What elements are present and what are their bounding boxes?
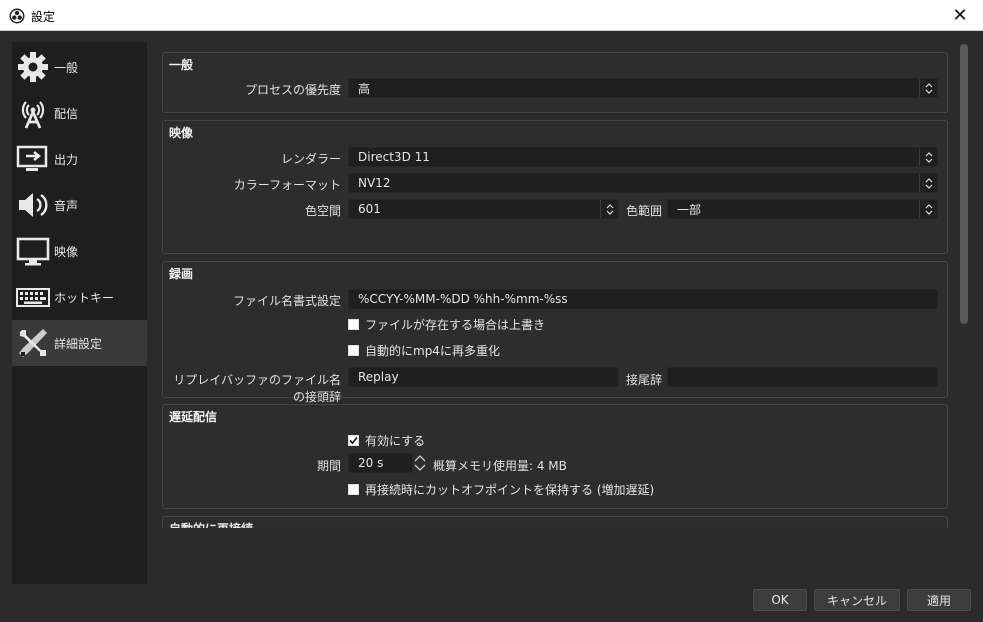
broadcast-icon [21, 101, 45, 129]
sidebar-item-label: ホットキー [54, 291, 115, 305]
sidebar-item-advanced[interactable]: 詳細設定 [12, 320, 147, 366]
process-priority-select[interactable]: 高 [348, 78, 938, 98]
duration-label: 期間 [316, 459, 341, 473]
memory-usage-label: 概算メモリ使用量: 4 MB [433, 459, 567, 473]
group-title: 自動的に再接続 [169, 520, 253, 528]
apply-button[interactable]: 適用 [907, 589, 971, 611]
color-space-select[interactable]: 601 [348, 199, 619, 219]
checkbox-label: 自動的にmp4に再多重化 [365, 344, 500, 358]
suffix-input[interactable] [667, 367, 938, 387]
output-icon [16, 145, 48, 171]
group-reconnect-clip: 自動的に再接続 [162, 516, 948, 528]
content-scrollbar[interactable] [958, 42, 970, 528]
updown-arrows-icon [919, 148, 937, 166]
sidebar-item-label: 一般 [54, 61, 79, 75]
speaker-icon [19, 193, 48, 217]
replay-prefix-input[interactable]: Replay [348, 367, 619, 387]
sidebar-item-label: 音声 [54, 199, 79, 213]
color-range-label: 色範囲 [625, 204, 662, 218]
filename-format-input[interactable]: %CCYY-%MM-%DD %hh-%mm-%ss [348, 289, 938, 309]
sidebar-item-label: 映像 [54, 245, 79, 259]
group-title: 映像 [169, 126, 194, 140]
settings-sidebar: 一般 配信 出力 音声 映像 ホットキー 詳細設定 [12, 42, 147, 584]
input-value: %CCYY-%MM-%DD %hh-%mm-%ss [358, 292, 568, 306]
sidebar-item-label: 出力 [54, 153, 79, 167]
monitor-icon [16, 237, 50, 266]
color-format-select[interactable]: NV12 [348, 173, 938, 193]
overwrite-checkbox[interactable]: ファイルが存在する場合は上書き [348, 316, 545, 333]
process-priority-label: プロセスの優先度 [244, 83, 341, 97]
group-reconnect: 自動的に再接続 [162, 516, 948, 528]
filename-format-label: ファイル名書式設定 [232, 294, 341, 308]
renderer-label: レンダラー [280, 152, 341, 166]
group-title: 遅延配信 [169, 410, 218, 424]
sidebar-item-stream[interactable]: 配信 [12, 90, 147, 136]
close-button[interactable]: ✕ [937, 0, 983, 30]
select-value: Direct3D 11 [358, 150, 430, 164]
select-value: 一部 [677, 202, 702, 217]
checkbox-box[interactable] [348, 345, 359, 356]
color-format-label: カラーフォーマット [233, 178, 341, 192]
select-value: 601 [358, 202, 381, 216]
checkbox-box[interactable] [348, 484, 359, 495]
select-value: 高 [358, 81, 371, 96]
close-icon: ✕ [952, 4, 968, 26]
auto-remux-checkbox[interactable]: 自動的にmp4に再多重化 [348, 342, 500, 359]
renderer-select[interactable]: Direct3D 11 [348, 147, 938, 167]
checkbox-label: 再接続時にカットオフポイントを保持する (増加遅延) [365, 483, 655, 497]
checkbox-box[interactable] [348, 435, 359, 446]
title-bar: 設定 ✕ [0, 0, 983, 31]
gear-icon [18, 52, 48, 82]
color-range-select[interactable]: 一部 [667, 199, 938, 219]
updown-arrows-icon [600, 200, 618, 218]
spin-arrows-icon[interactable] [413, 453, 427, 473]
group-title: 録画 [169, 267, 194, 281]
ok-button[interactable]: OK [753, 589, 807, 611]
group-title: 一般 [169, 58, 194, 72]
tools-icon [19, 329, 47, 357]
sidebar-item-audio[interactable]: 音声 [12, 182, 147, 228]
obs-logo-icon [9, 8, 25, 24]
scrollbar-thumb[interactable] [960, 44, 968, 324]
checkbox-box[interactable] [348, 319, 359, 330]
checkbox-label: ファイルが存在する場合は上書き [365, 318, 546, 332]
color-space-label: 色空間 [304, 204, 341, 218]
cancel-button[interactable]: キャンセル [814, 589, 900, 611]
sidebar-item-general[interactable]: 一般 [12, 44, 147, 90]
checkmark-icon [349, 436, 358, 445]
updown-arrows-icon [919, 79, 937, 97]
checkbox-label: 有効にする [365, 434, 426, 448]
select-value: NV12 [358, 176, 391, 190]
sidebar-item-label: 詳細設定 [54, 337, 103, 351]
preserve-cutoff-checkbox[interactable]: 再接続時にカットオフポイントを保持する (増加遅延) [348, 481, 654, 498]
suffix-label: 接尾辞 [625, 373, 662, 387]
duration-spinbox[interactable]: 20 s [348, 453, 413, 473]
sidebar-item-output[interactable]: 出力 [12, 136, 147, 182]
updown-arrows-icon [919, 200, 937, 218]
keyboard-icon [16, 288, 50, 307]
delay-enable-checkbox[interactable]: 有効にする [348, 432, 425, 449]
input-value: Replay [358, 370, 399, 384]
sidebar-item-video[interactable]: 映像 [12, 228, 147, 274]
updown-arrows-icon [919, 174, 937, 192]
sidebar-item-label: 配信 [54, 107, 79, 121]
sidebar-item-hotkeys[interactable]: ホットキー [12, 274, 147, 320]
replay-prefix-label: リプレイバッファのファイル名の接頭辞 [173, 373, 341, 404]
input-value: 20 s [358, 456, 384, 470]
window-title: 設定 [31, 10, 56, 24]
